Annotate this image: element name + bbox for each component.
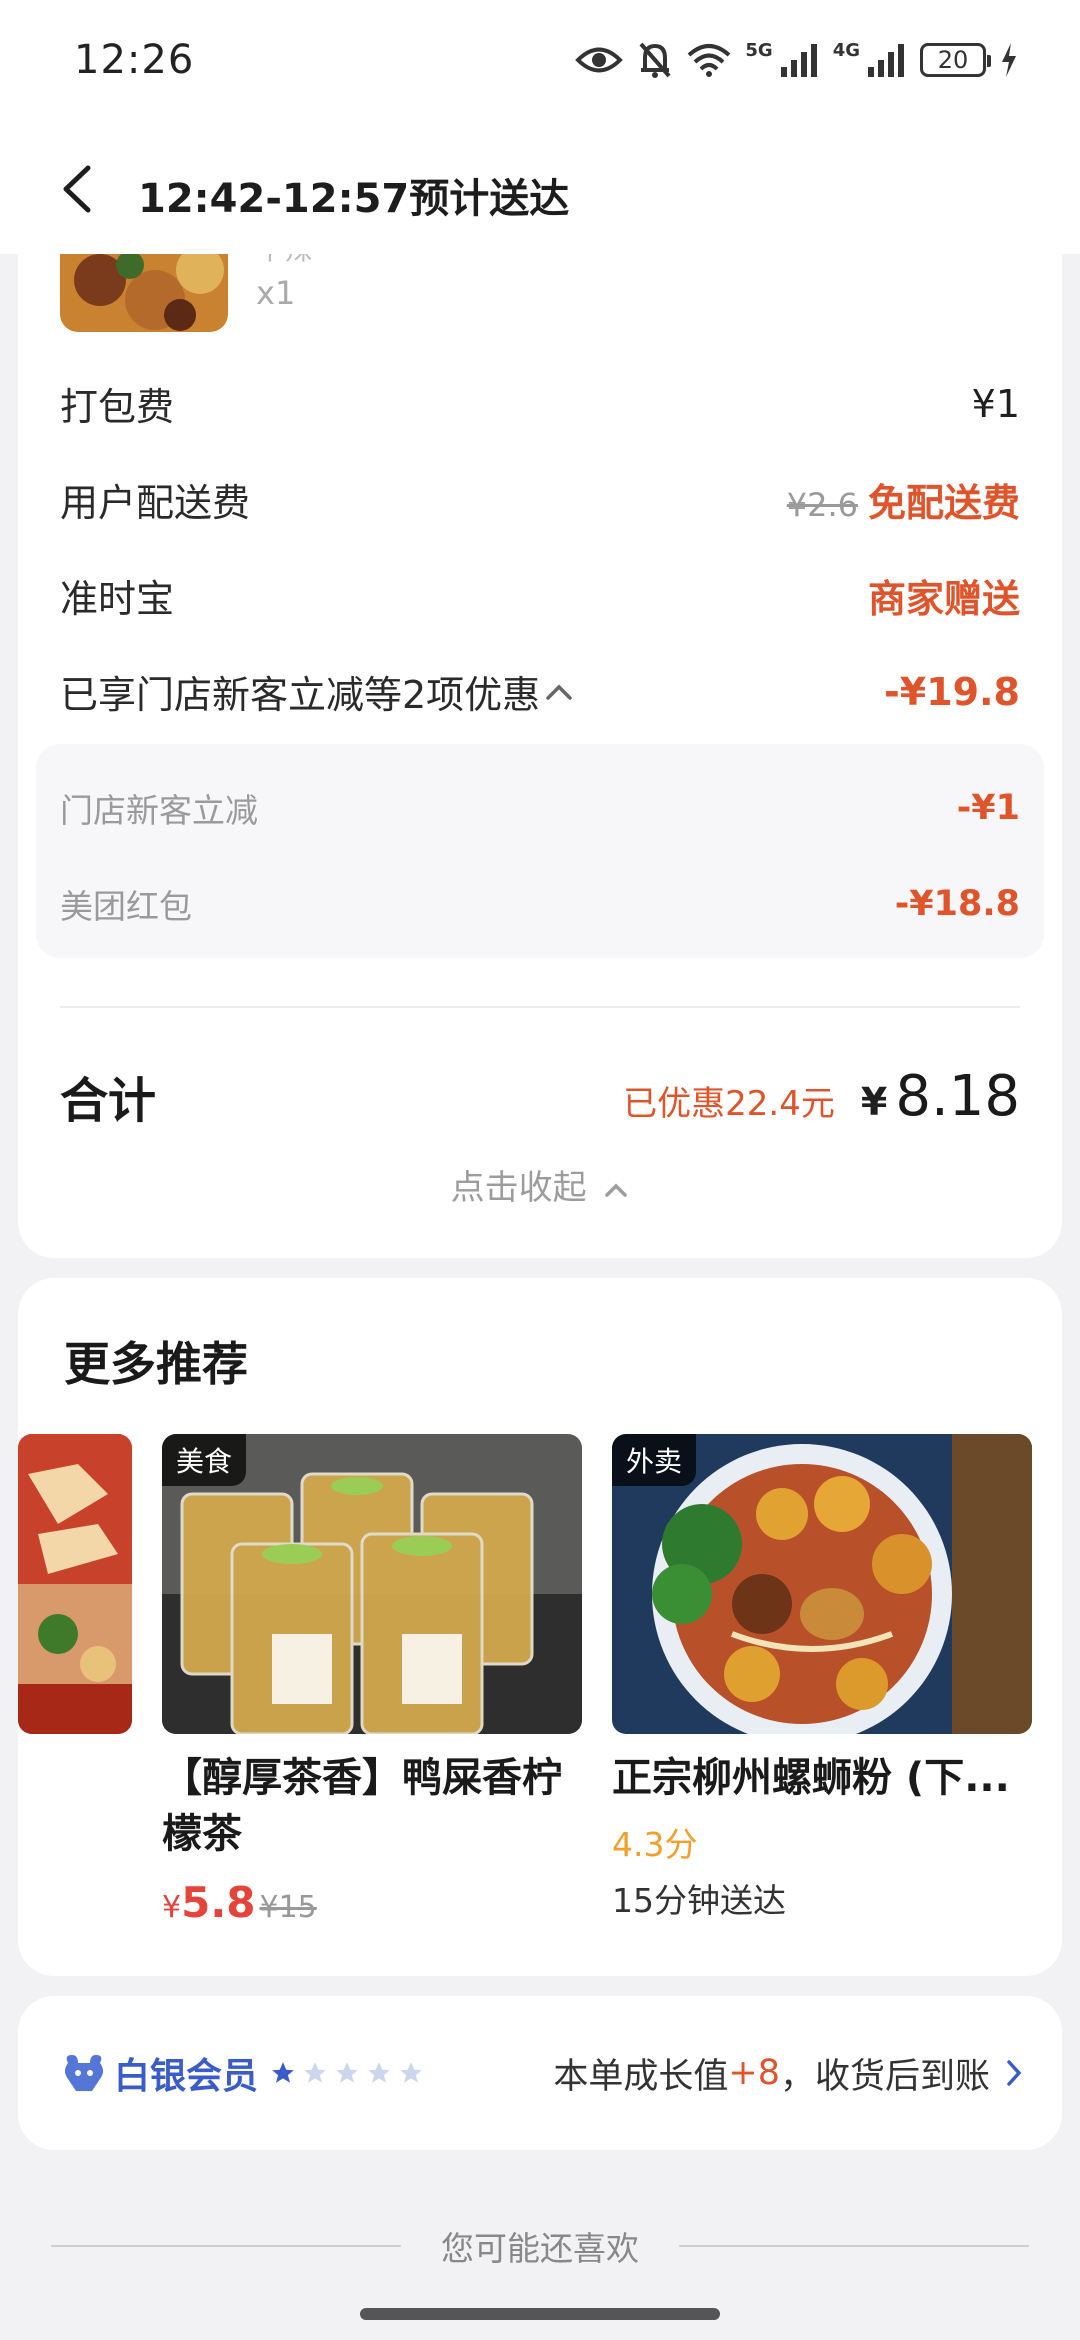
divider-line [51, 2245, 401, 2247]
eye-icon [575, 47, 624, 73]
rec-item-image[interactable]: 外卖 [612, 1434, 1032, 1734]
star-empty-icon [400, 2062, 422, 2083]
page-title: 12:42-12:57预计送达 [138, 176, 570, 222]
rec-item-price: ¥ 5.8 ¥15 [162, 1878, 317, 1927]
member-badge-icon [65, 2055, 103, 2091]
collapse-button[interactable]: 点击收起 [18, 1160, 1062, 1209]
discount-breakdown: 门店新客立减 -¥1 美团红包 -¥18.8 [36, 744, 1044, 958]
signal-icon [868, 44, 904, 77]
packing-fee-row: 打包费 ¥1 [60, 376, 1020, 431]
maybe-like-label: 您可能还喜欢 [441, 2229, 639, 2268]
recommendation-card: 更多推荐 美食 【醇厚茶香】鸭屎香柠檬茶 ¥ 5.8 ¥15 外卖 正宗柳州螺蛳… [18, 1278, 1062, 1976]
status-time: 12:26 [74, 37, 195, 83]
food-item-image[interactable] [60, 250, 228, 332]
collapse-label: 点击收起 [450, 1168, 587, 1208]
total-row: 合计 已优惠22.4元 ¥ 8.18 [60, 1056, 1020, 1136]
delivery-fee-value: 免配送费 [867, 481, 1020, 525]
growth-info: 本单成长值 +8 ，收货后到账 [553, 2048, 1022, 2099]
price-original: ¥15 [259, 1890, 317, 1925]
rec-item-tag: 美食 [162, 1434, 247, 1486]
rec-item-name[interactable]: 正宗柳州螺蛳粉 (下... [612, 1750, 1042, 1806]
status-bar: 12:26 5G 4G 20 [0, 0, 1080, 120]
chevron-up-icon [546, 684, 572, 700]
net-4g-label: 4G [832, 40, 860, 61]
growth-value: +8 [728, 2053, 780, 2093]
back-arrow-icon[interactable] [58, 164, 98, 214]
delivery-fee-row: 用户配送费 ¥2.6 免配送费 [60, 472, 1020, 527]
discount-row: 美团红包 -¥18.8 [60, 880, 1020, 928]
rec-item-tag: 外卖 [612, 1434, 697, 1486]
charging-icon [1002, 43, 1016, 77]
price-currency: ¥ [162, 1890, 182, 1925]
battery-indicator: 20 [920, 43, 991, 77]
chevron-right-icon [1007, 2060, 1022, 2086]
growth-prefix: 本单成长值 [553, 2056, 729, 2097]
member-level: 白银会员 [62, 2047, 424, 2099]
saved-amount: 已优惠22.4元 [623, 1083, 835, 1124]
rec-item-image-partial[interactable] [18, 1434, 132, 1734]
packing-fee-value: ¥1 [971, 381, 1020, 426]
divider [60, 1006, 1020, 1008]
mute-bell-icon [639, 42, 671, 78]
star-empty-icon [336, 2062, 358, 2083]
discount-value: -¥18.8 [894, 884, 1020, 924]
discount-row: 门店新客立减 -¥1 [60, 784, 1020, 832]
rec-item-eta: 15分钟送达 [612, 1881, 786, 1920]
ontime-row: 准时宝 商家赠送 [60, 568, 1020, 623]
star-empty-icon [304, 2062, 326, 2083]
delivery-fee-original: ¥2.6 [786, 486, 858, 524]
discount-summary-label: 已享门店新客立减等2项优惠 [60, 673, 541, 717]
price-current: 5.8 [181, 1878, 256, 1927]
rec-item-rating: 4.3分 [612, 1825, 698, 1864]
home-indicator[interactable] [360, 2308, 720, 2320]
page-header: 12:42-12:57预计送达 [0, 120, 1080, 254]
order-detail-card: 中辣 x1 打包费 ¥1 用户配送费 ¥2.6 免配送费 准时宝 商家赠送 已享… [18, 200, 1062, 1258]
discount-value: -¥1 [956, 788, 1020, 828]
star-filled-icon [272, 2062, 294, 2083]
section-title: 更多推荐 [64, 1337, 248, 1391]
signal-icon [780, 44, 817, 77]
status-icons: 5G 4G 20 [575, 40, 1018, 80]
net-5g-label: 5G [745, 40, 773, 61]
total-label: 合计 [60, 1073, 157, 1129]
discount-summary-row[interactable]: 已享门店新客立减等2项优惠 -¥19.8 [60, 664, 1020, 719]
rec-item-name[interactable]: 【醇厚茶香】鸭屎香柠檬茶 [162, 1750, 582, 1862]
packing-fee-label: 打包费 [60, 385, 175, 429]
discount-label: 门店新客立减 [60, 791, 258, 830]
ontime-value: 商家赠送 [867, 577, 1020, 621]
member-card[interactable]: 白银会员 本单成长值 +8 ，收货后到账 [18, 1996, 1062, 2150]
rec-item-image[interactable]: 美食 [162, 1434, 582, 1734]
growth-suffix: ，收货后到账 [779, 2056, 990, 2097]
wifi-icon [688, 44, 731, 77]
food-item-qty: x1 [256, 274, 296, 312]
total-currency: ¥ [860, 1079, 888, 1124]
discount-label: 美团红包 [60, 887, 192, 926]
divider-line [679, 2245, 1029, 2247]
delivery-fee-label: 用户配送费 [60, 481, 251, 525]
member-stars [270, 2060, 424, 2086]
ontime-label: 准时宝 [60, 577, 175, 621]
discount-summary-value: -¥19.8 [884, 669, 1020, 714]
member-level-name: 白银会员 [114, 2056, 259, 2097]
star-empty-icon [368, 2062, 390, 2083]
chevron-up-icon [605, 1183, 628, 1197]
maybe-like-divider: 您可能还喜欢 [0, 2222, 1080, 2270]
total-amount: 8.18 [895, 1063, 1020, 1129]
